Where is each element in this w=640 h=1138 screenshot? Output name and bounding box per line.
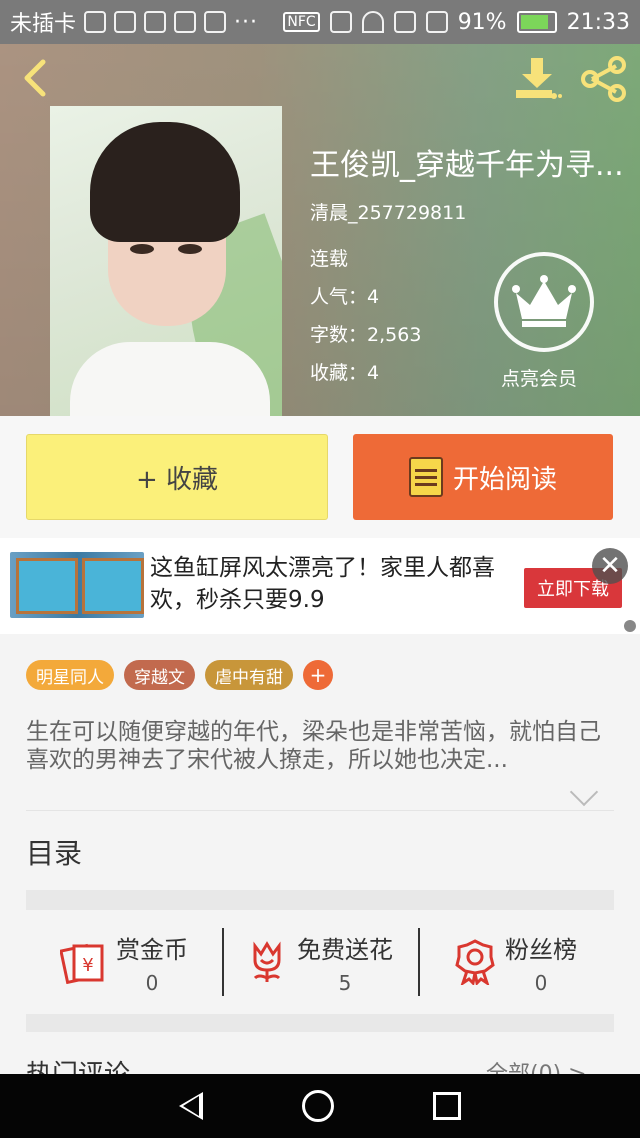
reward-coins-value: 0 <box>145 970 159 995</box>
popularity-value: 4 <box>367 286 380 308</box>
ad-banner[interactable]: 这鱼缸屏风太漂亮了！家里人都喜欢，秒杀只要9.9 立即下载 ✕ <box>0 538 640 634</box>
book-cover-image[interactable] <box>50 106 282 416</box>
expand-description-icon[interactable] <box>569 777 599 807</box>
tag-item[interactable]: 明星同人 <box>26 660 114 690</box>
flower-icon <box>253 941 281 982</box>
tag-item[interactable]: 虐中有甜 <box>205 660 293 690</box>
reward-coins-button[interactable]: ¥ 赏金币 0 <box>26 912 222 1012</box>
add-tag-button[interactable]: + <box>303 660 333 690</box>
vip-button[interactable] <box>494 252 594 352</box>
send-flowers-value: 5 <box>338 970 352 995</box>
word-count-value: 2,563 <box>367 324 422 346</box>
catalog-title[interactable]: 目录 <box>26 832 82 872</box>
ad-text[interactable]: 这鱼缸屏风太漂亮了！家里人都喜欢，秒杀只要9.9 <box>150 552 510 616</box>
wifi-icon <box>361 11 384 33</box>
send-flowers-button[interactable]: 免费送花 5 <box>222 912 418 1012</box>
sim-icon <box>393 11 416 33</box>
svg-text:¥: ¥ <box>82 955 93 976</box>
clock: 21:33 <box>566 9 630 35</box>
vip-label[interactable]: 点亮会员 <box>501 364 577 391</box>
nav-back-icon[interactable] <box>179 1092 204 1120</box>
stats-bar: ¥ 赏金币 0 免费送花 5 粉丝榜 0 <box>26 912 614 1012</box>
divider <box>26 810 614 811</box>
nav-recents-icon[interactable] <box>432 1092 461 1120</box>
ad-info-icon[interactable] <box>624 620 636 632</box>
crown-icon <box>512 275 576 327</box>
book-status: 连载 <box>310 248 349 270</box>
book-description[interactable]: 生在可以随便穿越的年代，梁朵也是非常苦恼，就怕自己喜欢的男神去了宋代被人撩走，所… <box>26 718 606 774</box>
send-flowers-label: 免费送花 <box>297 935 393 964</box>
battery-percent: 91% <box>457 9 507 35</box>
vibrate-icon <box>329 11 352 33</box>
favorites-row: 收藏：4 <box>310 362 380 384</box>
favorites-value: 4 <box>367 362 380 384</box>
section-separator <box>26 890 614 910</box>
book-title: 王俊凯_穿越千年为寻... <box>310 148 624 183</box>
red-envelope-icon: ¥ <box>60 943 104 984</box>
system-nav-bar <box>0 1074 640 1138</box>
book-icon <box>408 457 443 497</box>
notification-icon-2 <box>204 11 227 33</box>
carrier-label: 未插卡 <box>10 12 77 37</box>
nav-home-icon[interactable] <box>301 1090 334 1122</box>
action-bar: + 收藏 开始阅读 <box>0 416 640 538</box>
weibo-icon <box>84 11 107 33</box>
back-button[interactable] <box>14 58 54 98</box>
more-notifications-icon: ··· <box>234 9 258 35</box>
word-count-row: 字数：2,563 <box>310 324 422 346</box>
status-bar: 未插卡 ··· NFC 91% 21:33 <box>0 0 640 44</box>
fan-ranking-label: 粉丝榜 <box>505 935 577 964</box>
tag-list: 明星同人 穿越文 虐中有甜 + <box>26 660 333 690</box>
popularity-row: 人气：4 <box>310 286 380 308</box>
battery-icon <box>516 11 557 33</box>
tag-item[interactable]: 穿越文 <box>124 660 195 690</box>
start-reading-button[interactable]: 开始阅读 <box>353 434 613 520</box>
start-reading-label: 开始阅读 <box>452 464 557 495</box>
weibo-icon-2 <box>114 11 137 33</box>
medal-icon <box>455 939 495 985</box>
download-icon <box>516 58 562 99</box>
book-header: 王俊凯_穿越千年为寻... 清晨_257729811 连载 人气：4 字数：2,… <box>0 44 640 416</box>
nfc-icon: NFC <box>283 12 320 32</box>
share-button[interactable] <box>578 54 628 104</box>
section-separator <box>26 1014 614 1032</box>
chevron-left-icon <box>24 59 46 97</box>
ad-image[interactable] <box>10 552 144 618</box>
fan-ranking-button[interactable]: 粉丝榜 0 <box>418 912 614 1012</box>
share-icon <box>581 56 626 102</box>
download-button[interactable] <box>512 56 562 102</box>
reward-coins-label: 赏金币 <box>116 935 188 964</box>
notification-icon <box>174 11 197 33</box>
collect-button[interactable]: + 收藏 <box>26 434 328 520</box>
ad-close-button[interactable]: ✕ <box>592 548 628 584</box>
image-icon <box>144 11 167 33</box>
fan-ranking-value: 0 <box>534 970 548 995</box>
sim-icon-2 <box>425 11 448 33</box>
book-author[interactable]: 清晨_257729811 <box>310 198 466 225</box>
book-detail-screen: 未插卡 ··· NFC 91% 21:33 王俊凯_穿越千年为寻... 清晨_2… <box>0 0 640 1138</box>
